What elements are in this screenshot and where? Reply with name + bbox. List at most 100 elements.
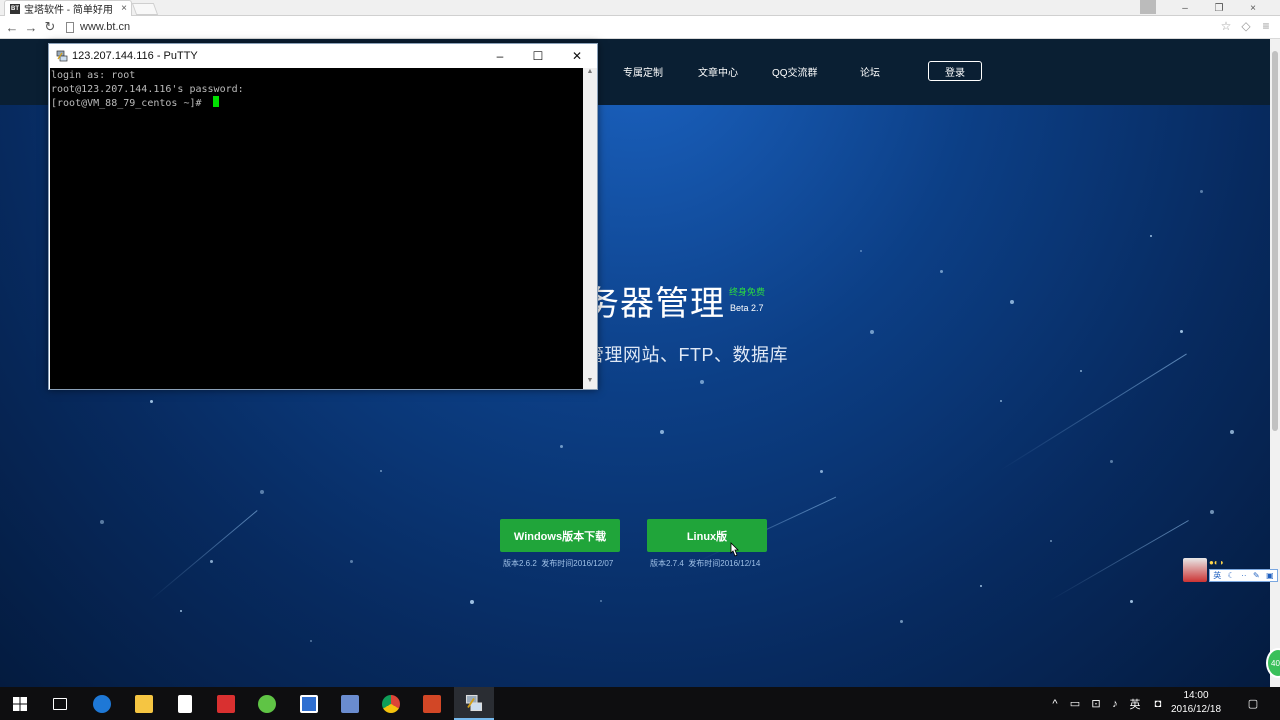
star (350, 560, 353, 563)
ime-avatar (1183, 558, 1207, 582)
menu-icon[interactable]: ≡ (1259, 19, 1273, 33)
browser-toolbar: ← → ↻ www.bt.cn ☆ ◇ ≡ (0, 16, 1280, 39)
forward-arrow-icon[interactable]: → (22, 18, 40, 36)
star (310, 640, 312, 642)
page-icon (66, 21, 74, 33)
taskbar-app-blue[interactable] (289, 687, 329, 720)
beta-version: Beta 2.7 (730, 303, 764, 313)
taskbar-putty[interactable] (454, 687, 494, 720)
putty-app-icon (56, 50, 68, 62)
star (380, 470, 382, 472)
network-icon[interactable]: ⊡ (1087, 687, 1105, 720)
reload-icon[interactable]: ↻ (41, 18, 59, 36)
star (150, 400, 153, 403)
light-streak (999, 353, 1187, 471)
linux-version: 版本2.7.4 (650, 559, 684, 568)
putty-close-icon[interactable]: ✕ (560, 47, 594, 65)
star (100, 520, 104, 524)
taskbar-chrome[interactable] (371, 687, 411, 720)
star (870, 330, 874, 334)
star (940, 270, 943, 273)
ime-skin-icon[interactable]: ▣ (1266, 571, 1274, 580)
star (1050, 540, 1052, 542)
nav-link-articles[interactable]: 文章中心 (698, 64, 738, 79)
page-scrollbar[interactable] (1270, 39, 1280, 687)
green-app-icon (258, 694, 276, 713)
ime-language-indicator[interactable]: 英 (1126, 687, 1144, 720)
new-tab-button[interactable] (131, 3, 159, 15)
taskbar-app-red[interactable] (206, 687, 246, 720)
back-arrow-icon[interactable]: ← (3, 18, 21, 36)
terminal-screen[interactable]: login as: root root@123.207.144.116's pa… (50, 68, 583, 389)
tray-chevron-icon[interactable]: ^ (1048, 687, 1062, 720)
windows-download-button[interactable]: Windows版本下载 (500, 519, 620, 552)
star (1130, 600, 1133, 603)
chrome-icon (382, 694, 400, 713)
browser-tab[interactable]: BT 宝塔软件 - 简单好用 × (4, 0, 132, 16)
shield-icon[interactable]: ◇ (1239, 19, 1253, 33)
close-icon[interactable]: × (1236, 0, 1270, 16)
ime-language[interactable]: 英 (1213, 570, 1221, 581)
action-center-icon[interactable]: ▢ (1240, 687, 1266, 720)
terminal-cursor (212, 96, 219, 107)
star (600, 600, 602, 602)
volume-icon[interactable]: ♪ (1106, 687, 1124, 720)
nav-link-forum[interactable]: 论坛 (860, 64, 880, 79)
hero-title: 务器管理 (585, 285, 725, 323)
star (660, 430, 664, 434)
star (260, 490, 264, 494)
clock-date: 2016/12/18 (1170, 704, 1222, 715)
taskbar-edge[interactable] (82, 687, 122, 720)
maximize-icon[interactable]: ❐ (1202, 0, 1236, 16)
putty-titlebar[interactable]: 123.207.144.116 - PuTTY – ☐ ✕ (49, 44, 597, 68)
putty-minimize-icon[interactable]: – (483, 47, 517, 65)
start-button[interactable] (0, 687, 40, 720)
star (700, 380, 704, 384)
taskbar-app-network[interactable] (330, 687, 370, 720)
address-bar[interactable]: www.bt.cn (66, 18, 130, 36)
taskbar-store[interactable] (165, 687, 205, 720)
terminal-prompt-line: [root@VM_88_79_centos ~]# (51, 96, 582, 110)
star (1150, 235, 1152, 237)
star (470, 600, 474, 604)
bookmark-star-icon[interactable]: ☆ (1219, 19, 1233, 33)
star (860, 250, 862, 252)
ime-toolbar[interactable]: ●◐◑ 英 ☾ ·· ✎ ▣ (1183, 558, 1278, 584)
putty-maximize-icon[interactable]: ☐ (521, 47, 555, 65)
tab-close-icon[interactable]: × (121, 3, 127, 14)
ime-tool-icon[interactable]: ✎ (1253, 571, 1260, 580)
nav-link-custom[interactable]: 专属定制 (623, 64, 663, 79)
taskbar-app-green[interactable] (247, 687, 287, 720)
ime-bar[interactable]: 英 ☾ ·· ✎ ▣ (1209, 569, 1278, 582)
ime-moon-icon[interactable]: ☾ (1228, 571, 1235, 580)
profile-icon[interactable] (1140, 0, 1156, 14)
putty-window[interactable]: 123.207.144.116 - PuTTY – ☐ ✕ login as: … (48, 43, 598, 390)
windows-taskbar: ^ ▭ ⊡ ♪ 英 ◘ 14:00 2016/12/18 ▢ (0, 687, 1280, 720)
task-view-button[interactable] (40, 687, 80, 720)
star (980, 585, 982, 587)
star (1010, 300, 1014, 304)
star (1210, 510, 1214, 514)
nav-link-qq-group[interactable]: QQ交流群 (772, 64, 818, 79)
linux-download-button[interactable]: Linux版 (647, 519, 767, 552)
scroll-up-icon[interactable]: ▲ (583, 68, 597, 80)
store-icon (178, 694, 192, 713)
taskbar-file-explorer[interactable] (124, 687, 164, 720)
scroll-down-icon[interactable]: ▼ (583, 377, 597, 389)
taskbar-powerpoint[interactable] (412, 687, 452, 720)
mouse-pointer-icon (730, 542, 739, 557)
terminal-line: login as: root (51, 70, 136, 81)
system-clock[interactable]: 14:00 2016/12/18 (1168, 689, 1224, 717)
ime-dots-icon[interactable]: ·· (1241, 571, 1246, 580)
scrollbar-thumb[interactable] (1272, 51, 1278, 431)
windows-release-info: 版本2.6.2 发布时间2016/12/07 (503, 558, 613, 569)
light-streak (149, 510, 258, 601)
login-button[interactable]: 登录 (928, 61, 982, 81)
ime-mode-icon[interactable]: ◘ (1148, 687, 1168, 720)
network-app-icon (341, 694, 359, 713)
tab-title: 宝塔软件 - 简单好用 (24, 5, 113, 16)
light-streak (1049, 520, 1189, 601)
minimize-icon[interactable]: – (1168, 0, 1202, 16)
terminal-scrollbar[interactable]: ▲ ▼ (583, 68, 597, 389)
battery-icon[interactable]: ▭ (1066, 687, 1084, 720)
